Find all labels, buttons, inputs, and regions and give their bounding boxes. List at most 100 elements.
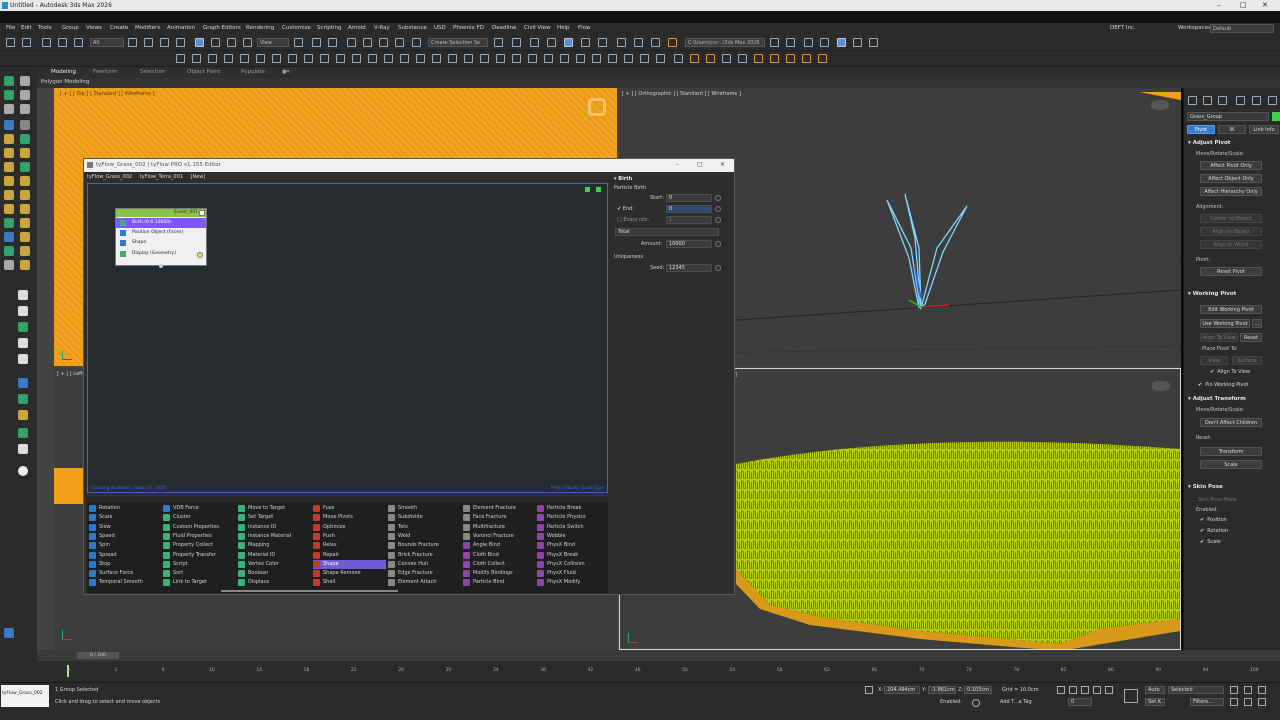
named-selection-dropdown[interactable]: Create Selection Se (428, 38, 488, 47)
palette-operator[interactable]: Rotation (89, 504, 162, 513)
current-frame-input[interactable]: 0 (1068, 698, 1092, 706)
tyflow-icon[interactable] (656, 54, 665, 63)
go-to-end-icon[interactable] (1105, 686, 1113, 694)
palette-operator[interactable]: PhysX Bind (537, 541, 610, 550)
utilities-icon[interactable] (20, 104, 30, 114)
pivot-center-icon[interactable] (294, 38, 303, 47)
tyflow-close-button[interactable]: ✕ (720, 161, 725, 168)
place-icon[interactable] (243, 38, 252, 47)
menu-tools[interactable]: Tools (38, 25, 52, 31)
utilities-panel-icon[interactable] (1268, 96, 1277, 105)
palette-operator[interactable]: Spin (89, 541, 162, 550)
tool-icon[interactable] (4, 204, 14, 214)
redo-icon[interactable] (22, 38, 31, 47)
menu-modifiers[interactable]: Modifiers (135, 25, 160, 31)
record-icon[interactable] (224, 54, 233, 63)
palette-operator[interactable]: Property Collect (163, 541, 236, 550)
section-adjust-pivot[interactable]: ▾ Adjust Pivot (1188, 140, 1230, 146)
palette-operator[interactable]: Modify Bindings (463, 569, 536, 578)
tool-icon[interactable] (4, 162, 14, 172)
palette-operator[interactable]: Vertex Color (238, 560, 311, 569)
event-toggle-icon[interactable] (199, 210, 205, 216)
viewcube-icon[interactable] (1151, 100, 1169, 110)
go-to-start-icon[interactable] (1057, 686, 1065, 694)
tab-ik[interactable]: IK (1218, 125, 1246, 134)
menu-file[interactable]: File (6, 25, 15, 31)
affect-object-only-button[interactable]: Affect Object Only (1200, 174, 1262, 183)
palette-operator[interactable]: Instance ID (238, 523, 311, 532)
z-coordinate-input[interactable]: 0.103cm (964, 686, 992, 694)
start-key-icon[interactable] (715, 195, 721, 201)
palette-operator[interactable]: Script (163, 560, 236, 569)
tool-icon[interactable] (18, 290, 28, 300)
toolbar-button-icon[interactable] (853, 38, 862, 47)
adaptive-degradation-icon[interactable] (972, 699, 980, 707)
vray-icon[interactable] (400, 54, 409, 63)
tyflow-icon[interactable] (690, 54, 699, 63)
palette-operator[interactable]: Relax (313, 541, 386, 550)
render-setup-icon[interactable] (634, 38, 643, 47)
orbit-icon[interactable] (1258, 698, 1266, 706)
tool-icon[interactable] (20, 190, 30, 200)
end-input[interactable]: 0 (666, 205, 712, 213)
tool-icon[interactable] (20, 204, 30, 214)
palette-operator[interactable]: Move Pivots (313, 513, 386, 522)
palette-operator[interactable]: PhysX Fluid (537, 569, 610, 578)
tool-icon[interactable] (20, 246, 30, 256)
edit-named-selection-icon[interactable] (412, 38, 421, 47)
keyboard-shortcut-override-icon[interactable] (328, 38, 337, 47)
folder-icon[interactable] (786, 38, 795, 47)
palette-operator[interactable]: Sort (163, 569, 236, 578)
menu-civil-view[interactable]: Civil View (524, 25, 550, 31)
seed-key-icon[interactable] (715, 265, 721, 271)
palette-operator[interactable]: Voronoi Fracture (463, 532, 536, 541)
palette-operator[interactable]: Angle Bind (463, 541, 536, 550)
select-object-icon[interactable] (128, 38, 137, 47)
palette-operator[interactable]: Shape Remove (313, 569, 386, 578)
tyflow-icon[interactable] (738, 54, 747, 63)
menu-help[interactable]: Help (557, 25, 570, 31)
rect-selection-icon[interactable] (160, 38, 169, 47)
material-editor-icon[interactable] (617, 38, 626, 47)
tool-icon[interactable] (20, 260, 30, 270)
toolbar-button-icon[interactable] (820, 38, 829, 47)
center-to-object-button[interactable]: Center to Object (1200, 214, 1262, 223)
skin-rotation-checkbox[interactable]: Rotation (1200, 528, 1228, 534)
set-key-icon[interactable] (1124, 689, 1138, 703)
event-node[interactable]: Event_001 Birth (0-0 10000) Position Obj… (115, 208, 207, 268)
close-button[interactable]: ✕ (1262, 1, 1268, 9)
tool-icon[interactable] (20, 232, 30, 242)
tyflow-icon[interactable] (818, 54, 827, 63)
ribbon-toggle-icon[interactable] (564, 38, 573, 47)
x-coordinate-input[interactable]: 204.494cm (884, 686, 920, 694)
object-color-swatch[interactable] (1272, 112, 1280, 121)
render-production-icon[interactable] (668, 38, 677, 47)
toolbar-button-icon[interactable] (804, 38, 813, 47)
palette-operator[interactable]: Subdivide (388, 513, 461, 522)
tyflow-icon[interactable] (722, 54, 731, 63)
palette-operator[interactable]: Fluid Properties (163, 532, 236, 541)
scene-explorer-icon[interactable] (4, 120, 14, 130)
palette-operator[interactable]: Surface Force (89, 569, 162, 578)
ribbon-sub-label[interactable]: Polygon Modeling (41, 79, 89, 85)
vray-icon[interactable] (320, 54, 329, 63)
vray-icon[interactable] (544, 54, 553, 63)
time-slider-handle[interactable]: 0 / 100 (77, 652, 119, 659)
vray-icon[interactable] (608, 54, 617, 63)
palette-operator[interactable]: Brick Fracture (388, 551, 461, 560)
affect-pivot-only-button[interactable]: Affect Pivot Only (1200, 161, 1262, 170)
undo-icon[interactable] (6, 38, 15, 47)
section-adjust-transform[interactable]: ▾ Adjust Transform (1188, 396, 1246, 402)
menu-deadline[interactable]: Deadline (492, 25, 516, 31)
hierarchy-panel-icon[interactable] (1218, 96, 1227, 105)
project-folder-icon[interactable] (770, 38, 779, 47)
palette-operator[interactable]: Fuse (313, 504, 386, 513)
modify-icon[interactable] (20, 76, 30, 86)
stop-icon[interactable] (208, 54, 217, 63)
edit-working-pivot-button[interactable]: Edit Working Pivot (1200, 305, 1262, 314)
reset-scale-button[interactable]: Scale (1200, 460, 1262, 469)
working-pivot-options-button[interactable]: ... (1252, 319, 1262, 328)
palette-operator[interactable]: Multifracture (463, 523, 536, 532)
vray-icon[interactable] (304, 54, 313, 63)
vray-icon[interactable] (448, 54, 457, 63)
